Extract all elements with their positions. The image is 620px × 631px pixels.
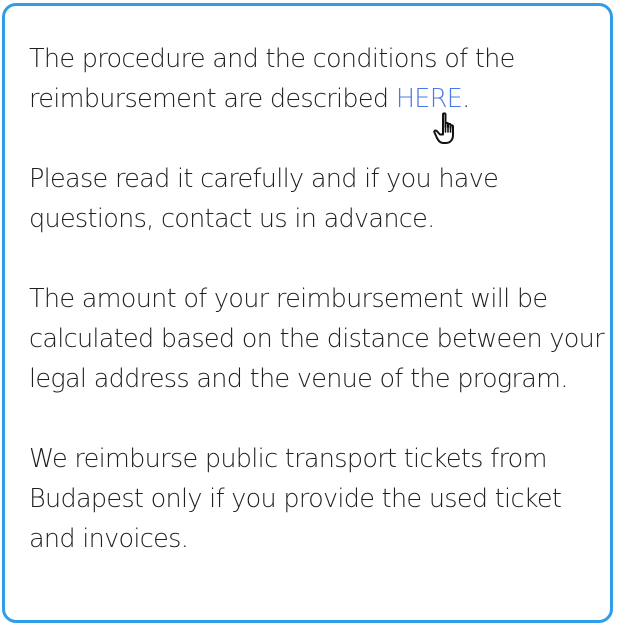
paragraph-procedure: The procedure and the conditions of the … — [29, 39, 614, 119]
card-content: The procedure and the conditions of the … — [29, 39, 614, 559]
paragraph-amount: The amount of your reimbursement will be… — [29, 284, 605, 394]
paragraph-read-carefully: Please read it carefully and if you have… — [29, 164, 499, 234]
hand-pointer-icon — [433, 112, 454, 144]
info-card: The procedure and the conditions of the … — [2, 3, 613, 623]
paragraph-public-transport: We reimburse public transport tickets fr… — [29, 444, 562, 554]
